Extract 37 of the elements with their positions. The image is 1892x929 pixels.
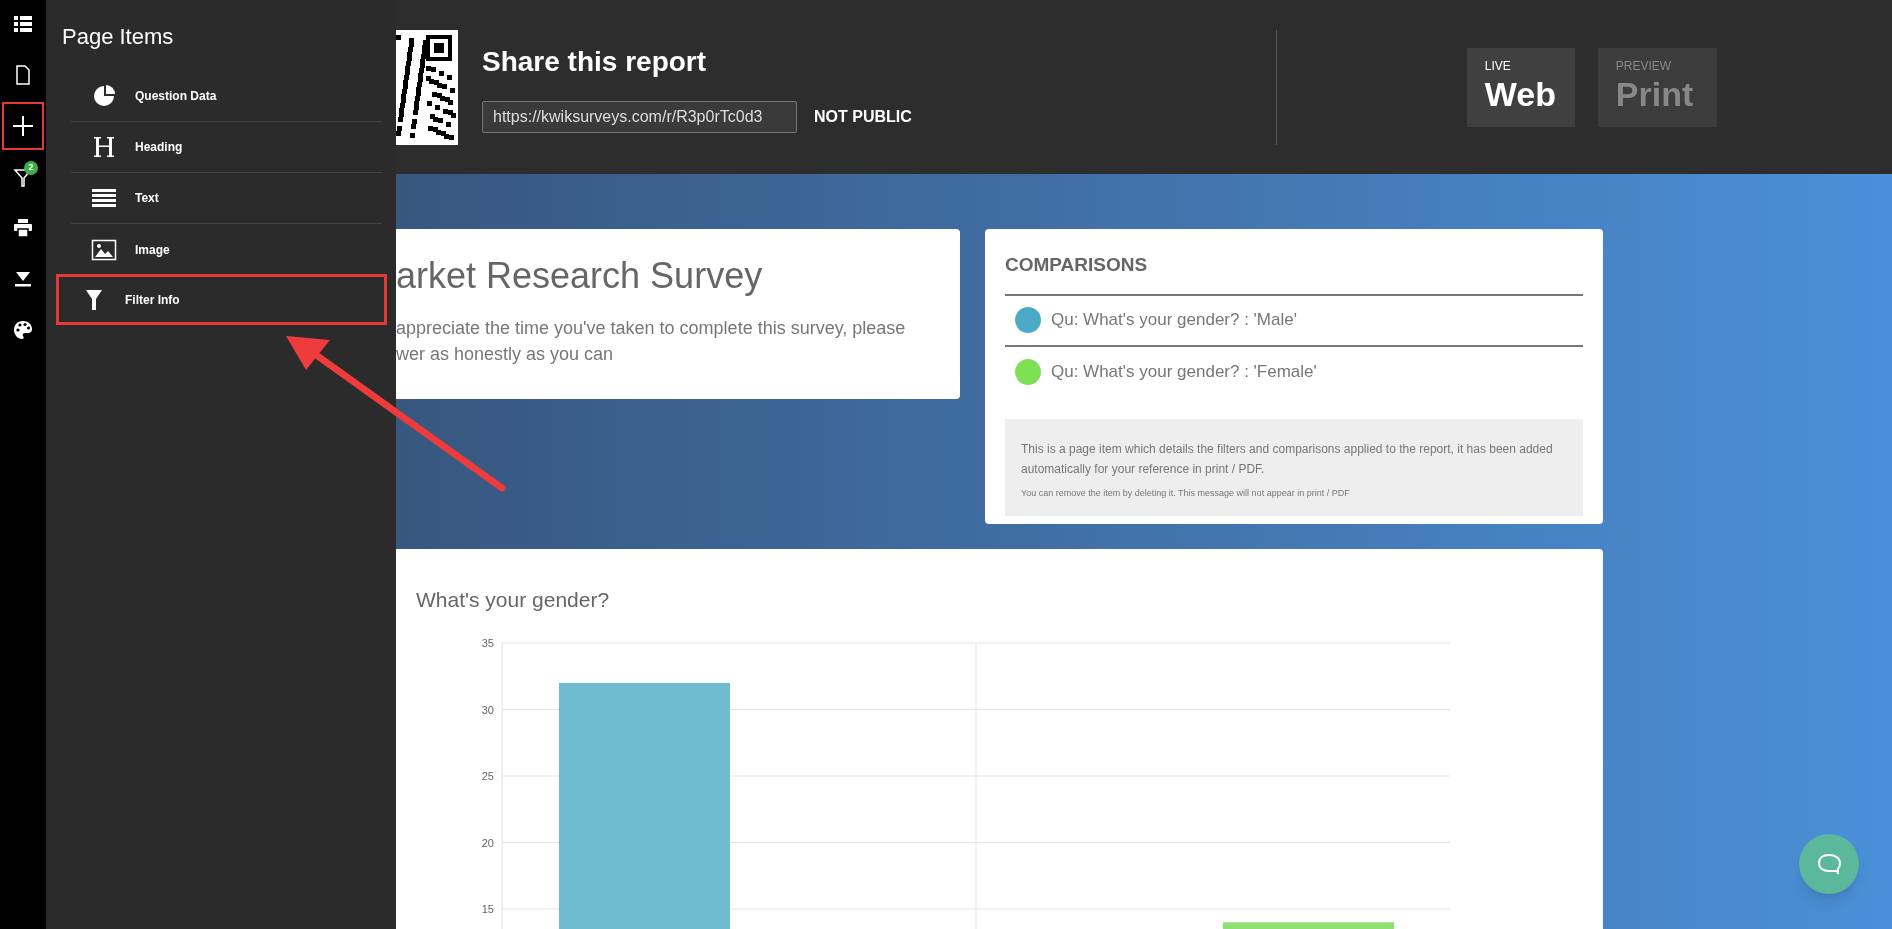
survey-description: appreciate the time you've taken to complete this survey, please wer as honestly as you can xyxy=(396,317,907,366)
panel-title: Page Items xyxy=(62,23,175,51)
info-note-text: This is a page item which details the filters and comparisons applied to the report, it has been added automatically for your reference in print / PDF. xyxy=(1021,440,1554,478)
axis-tick-label: 25 xyxy=(481,769,494,782)
share-title: Share this report xyxy=(482,45,708,79)
mode-toggle[interactable]: LIVE Web xyxy=(1466,47,1575,127)
page-item[interactable]: Heading xyxy=(71,122,382,173)
image-icon xyxy=(91,238,117,261)
comparison-label: Qu: What's your gender? : 'Female' xyxy=(1051,361,1317,384)
chat-bubble-icon xyxy=(1817,853,1841,875)
pie-chart-icon xyxy=(91,85,117,107)
visibility-status: NOT PUBLIC xyxy=(814,107,912,127)
axis-tick-label: 20 xyxy=(481,836,494,848)
chart-title: What's your gender? xyxy=(416,587,611,613)
comparisons-title: COMPARISONS xyxy=(1005,251,1583,296)
heading-icon xyxy=(91,136,117,158)
share-url-field[interactable]: https://kwiksurveys.com/r/R3p0rTc0d3 xyxy=(482,101,797,133)
count-badge: 2 xyxy=(24,161,38,175)
lines-icon xyxy=(91,187,117,209)
page-item[interactable]: Image xyxy=(71,224,382,275)
comparison-label: Qu: What's your gender? : 'Male' xyxy=(1051,309,1297,332)
printer-icon xyxy=(13,218,33,238)
document-icon xyxy=(13,65,33,85)
axis-tick-label: 30 xyxy=(481,703,494,715)
axis-tick-label: 15 xyxy=(481,902,494,915)
list-icon xyxy=(13,14,33,34)
axis-tick-label: 35 xyxy=(481,636,494,649)
palette-icon xyxy=(13,320,33,340)
page-item[interactable]: Filter Info xyxy=(56,274,387,325)
sidebar-tool-button[interactable] xyxy=(2,102,44,150)
page-item[interactable]: Text xyxy=(71,173,382,224)
info-note-small-text: You can remove the item by deleting it. This message will not appear in print / PDF xyxy=(1021,486,1351,500)
plus-icon xyxy=(11,114,35,138)
download-icon xyxy=(13,269,33,289)
page-item[interactable]: Question Data xyxy=(71,71,382,122)
qr-code-icon xyxy=(396,29,458,145)
survey-title: arket Research Survey xyxy=(396,254,764,298)
